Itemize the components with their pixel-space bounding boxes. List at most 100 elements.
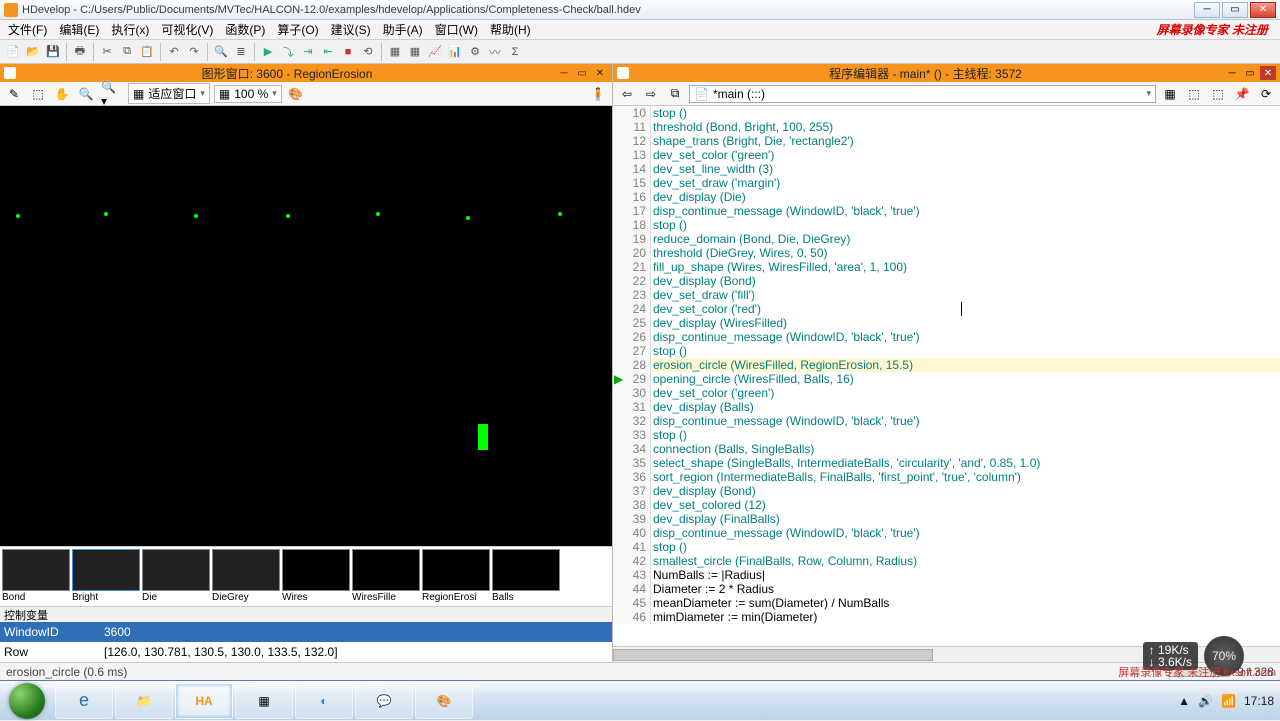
code-line[interactable]: 27stop () [613, 344, 1280, 358]
nav-back-button[interactable]: ⇦ [617, 84, 637, 104]
code-line[interactable]: 39dev_display (FinalBalls) [613, 512, 1280, 526]
code-line[interactable]: 44Diameter := 2 * Radius [613, 582, 1280, 596]
line-profile-button[interactable]: 〰 [486, 43, 504, 61]
thumbnail[interactable]: Die [142, 549, 210, 604]
step-out-button[interactable]: ⇤ [319, 43, 337, 61]
feature-button[interactable]: ⚙ [466, 43, 484, 61]
code-line[interactable]: 22dev_display (Bond) [613, 274, 1280, 288]
refresh-button[interactable]: ⟳ [1256, 84, 1276, 104]
code-line[interactable]: 18stop () [613, 218, 1280, 232]
code-line[interactable]: 33stop () [613, 428, 1280, 442]
toggle-1-button[interactable]: ⬚ [1184, 84, 1204, 104]
code-line[interactable]: ▶29opening_circle (WiresFilled, Balls, 1… [613, 372, 1280, 386]
code-line[interactable]: 35select_shape (SingleBalls, Intermediat… [613, 456, 1280, 470]
pe-maximize-button[interactable]: ▭ [1242, 66, 1258, 80]
fit-window-dropdown[interactable]: ▦适应窗口 [128, 83, 210, 104]
code-line[interactable]: 12shape_trans (Bright, Die, 'rectangle2'… [613, 134, 1280, 148]
menu-item[interactable]: 帮助(H) [484, 19, 537, 40]
gw-minimize-button[interactable]: ─ [556, 66, 572, 80]
cut-button[interactable]: ✂ [98, 43, 116, 61]
graphics-canvas[interactable] [0, 106, 612, 546]
thumbnail[interactable]: WiresFille [352, 549, 420, 604]
menu-item[interactable]: 建议(S) [325, 19, 377, 40]
new-button[interactable]: 📄 [4, 43, 22, 61]
window-2-button[interactable]: ▦ [406, 43, 424, 61]
code-line[interactable]: 25dev_display (WiresFilled) [613, 316, 1280, 330]
histogram-button[interactable]: 📊 [446, 43, 464, 61]
move-tool[interactable]: ⬚ [28, 84, 48, 104]
step-into-button[interactable]: ⇥ [299, 43, 317, 61]
stop-button[interactable]: ■ [339, 43, 357, 61]
pan-tool[interactable]: ✋ [52, 84, 72, 104]
pe-close-button[interactable]: ✕ [1260, 66, 1276, 80]
tray-icon[interactable]: ▲ [1178, 694, 1190, 708]
task-ie[interactable]: e [55, 683, 113, 719]
code-editor[interactable]: 10stop ()11threshold (Bond, Bright, 100,… [613, 106, 1280, 646]
code-line[interactable]: 43NumBalls := |Radius| [613, 568, 1280, 582]
thumbnail[interactable]: Bond [2, 549, 70, 604]
save-button[interactable]: 💾 [44, 43, 62, 61]
stats-button[interactable]: Σ [506, 43, 524, 61]
code-line[interactable]: 41stop () [613, 540, 1280, 554]
code-line[interactable]: 17disp_continue_message (WindowID, 'blac… [613, 204, 1280, 218]
code-line[interactable]: 45meanDiameter := sum(Diameter) / NumBal… [613, 596, 1280, 610]
procedure-combo[interactable]: 📄 *main (:::) [689, 85, 1156, 103]
thumbnail[interactable]: Balls [492, 549, 560, 604]
menu-item[interactable]: 文件(F) [2, 19, 53, 40]
profiler-button[interactable]: 📈 [426, 43, 444, 61]
thumbnail[interactable]: RegionErosi [422, 549, 490, 604]
redo-button[interactable]: ↷ [185, 43, 203, 61]
code-line[interactable]: 38dev_set_colored (12) [613, 498, 1280, 512]
copy-button[interactable]: ⧉ [118, 43, 136, 61]
menu-item[interactable]: 编辑(E) [53, 19, 105, 40]
code-line[interactable]: 19reduce_domain (Bond, Die, DieGrey) [613, 232, 1280, 246]
code-line[interactable]: 40disp_continue_message (WindowID, 'blac… [613, 526, 1280, 540]
task-explorer[interactable]: 📁 [115, 683, 173, 719]
gw-maximize-button[interactable]: ▭ [574, 66, 590, 80]
thumbnail[interactable]: Bright [72, 549, 140, 604]
window-1-button[interactable]: ▦ [386, 43, 404, 61]
code-line[interactable]: 23dev_set_draw ('fill') [613, 288, 1280, 302]
open-button[interactable]: 📂 [24, 43, 42, 61]
system-tray[interactable]: ▲ 🔊 📶 17:18 [1172, 694, 1280, 708]
list-button[interactable]: ≣ [232, 43, 250, 61]
pointer-tool[interactable]: ✎ [4, 84, 24, 104]
code-line[interactable]: 24dev_set_color ('red') [613, 302, 1280, 316]
step-over-button[interactable]: ⤵ [279, 43, 297, 61]
reset-view-button[interactable]: 🧍 [588, 84, 608, 104]
task-app1[interactable]: ▦ [235, 683, 293, 719]
toggle-2-button[interactable]: ⬚ [1208, 84, 1228, 104]
zoom-tool[interactable]: 🔍 [76, 84, 96, 104]
variable-row[interactable]: WindowID3600 [0, 622, 612, 642]
code-line[interactable]: 26disp_continue_message (WindowID, 'blac… [613, 330, 1280, 344]
code-line[interactable]: 21fill_up_shape (Wires, WiresFilled, 'ar… [613, 260, 1280, 274]
gw-close-button[interactable]: ✕ [592, 66, 608, 80]
code-line[interactable]: 28erosion_circle (WiresFilled, RegionEro… [613, 358, 1280, 372]
code-line[interactable]: 31dev_display (Balls) [613, 400, 1280, 414]
code-line[interactable]: 34connection (Balls, SingleBalls) [613, 442, 1280, 456]
code-line[interactable]: 20threshold (DieGrey, Wires, 0, 50) [613, 246, 1280, 260]
task-paint[interactable]: 🎨 [415, 683, 473, 719]
menu-item[interactable]: 执行(x) [105, 19, 155, 40]
variable-row[interactable]: Row[126.0, 130.781, 130.5, 130.0, 133.5,… [0, 642, 612, 662]
code-line[interactable]: 30dev_set_color ('green') [613, 386, 1280, 400]
tray-icon[interactable]: 🔊 [1198, 694, 1213, 708]
print-button[interactable]: 🖶 [71, 43, 89, 61]
run-button[interactable]: ▶ [259, 43, 277, 61]
start-button[interactable] [0, 681, 54, 721]
undo-button[interactable]: ↶ [165, 43, 183, 61]
pin-button[interactable]: 📌 [1232, 84, 1252, 104]
code-line[interactable]: 14dev_set_line_width (3) [613, 162, 1280, 176]
find-button[interactable]: 🔍 [212, 43, 230, 61]
zoom-percent-dropdown[interactable]: ▦100 % [214, 85, 282, 103]
copy-path-button[interactable]: ⧉ [665, 84, 685, 104]
code-line[interactable]: 15dev_set_draw ('margin') [613, 176, 1280, 190]
pe-minimize-button[interactable]: ─ [1224, 66, 1240, 80]
code-line[interactable]: 36sort_region (IntermediateBalls, FinalB… [613, 470, 1280, 484]
task-app2[interactable]: ◐ [295, 683, 353, 719]
close-button[interactable]: ✕ [1250, 2, 1276, 18]
zoom-dropdown[interactable]: 🔍▾ [100, 84, 120, 104]
thumbnail[interactable]: DieGrey [212, 549, 280, 604]
code-line[interactable]: 46mimDiameter := min(Diameter) [613, 610, 1280, 624]
code-line[interactable]: 11threshold (Bond, Bright, 100, 255) [613, 120, 1280, 134]
